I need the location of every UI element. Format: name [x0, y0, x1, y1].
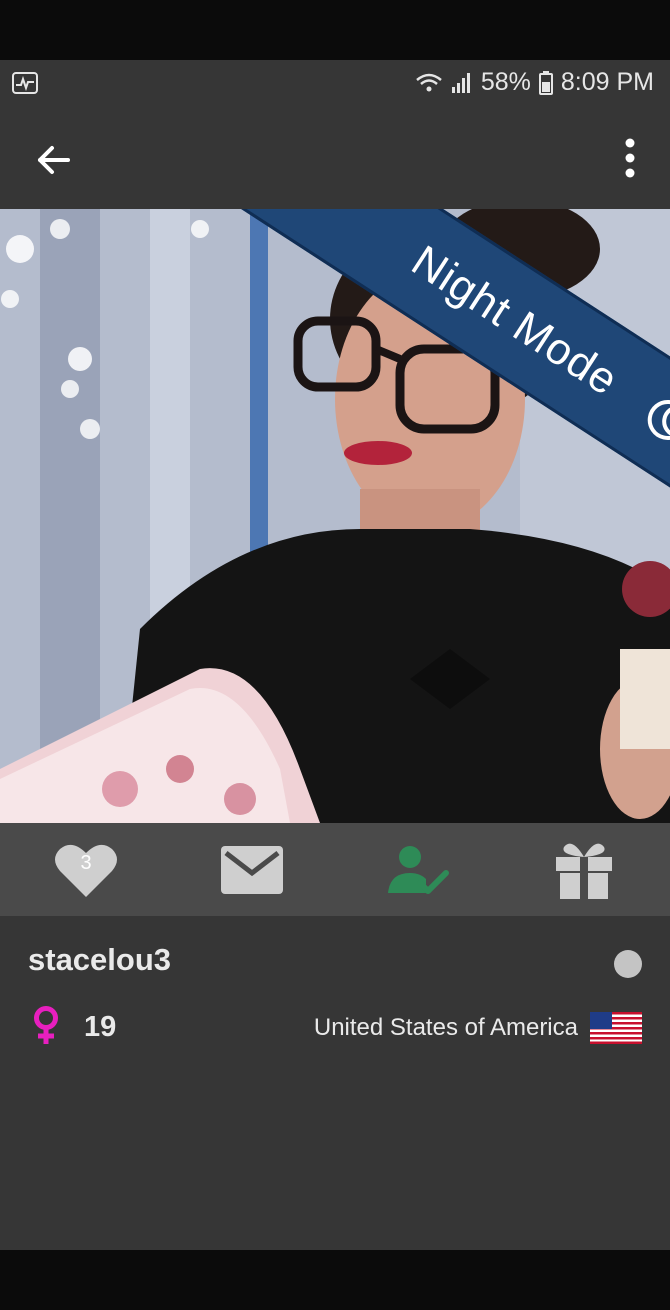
profile-photo[interactable]: Night Mode	[0, 209, 670, 823]
like-count: 3	[80, 851, 92, 874]
action-bar: 3	[0, 823, 670, 916]
wifi-icon	[416, 73, 442, 91]
battery-percent: 58%	[480, 68, 531, 96]
system-top-bar	[0, 0, 670, 60]
status-bar: 58% 8:09 PM	[0, 60, 670, 106]
app-bar	[0, 106, 670, 210]
gift-button[interactable]	[552, 838, 616, 902]
like-button[interactable]: 3	[54, 838, 118, 902]
country: United States of America	[313, 1014, 578, 1041]
signal-icon	[451, 72, 470, 93]
status-time: 8:09 PM	[560, 68, 654, 96]
profile-info: stacelou3 19 United States of America	[0, 916, 670, 1250]
username: stacelou3	[28, 942, 172, 977]
friend-added-icon	[388, 845, 449, 894]
mail-icon	[221, 845, 283, 894]
system-bottom-bar	[0, 1250, 670, 1310]
age: 19	[84, 1011, 117, 1043]
online-status-indicator	[614, 950, 642, 978]
gift-icon	[556, 843, 612, 901]
more-vert-icon[interactable]	[618, 136, 642, 180]
us-flag-icon	[590, 1012, 642, 1044]
friend-button[interactable]	[386, 838, 450, 902]
message-button[interactable]	[220, 838, 284, 902]
activity-icon	[12, 72, 38, 94]
female-icon	[34, 1006, 58, 1044]
battery-icon	[538, 70, 553, 95]
back-arrow-icon[interactable]	[34, 140, 74, 180]
moon-icon	[647, 399, 670, 440]
